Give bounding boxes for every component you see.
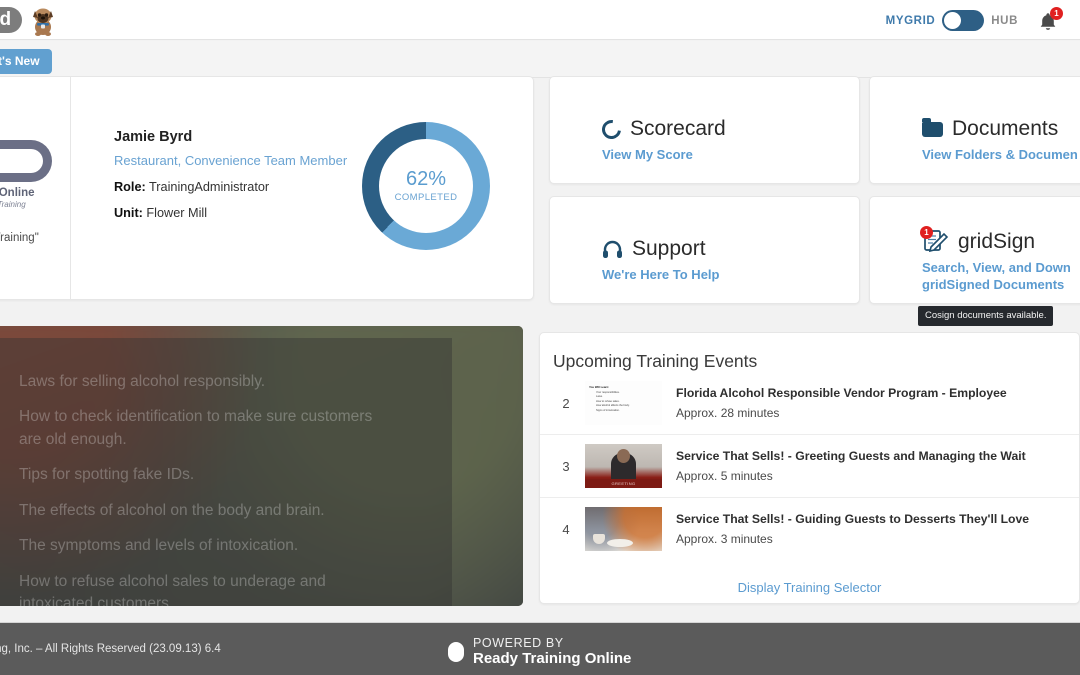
video-bullet: The symptoms and levels of intoxication. <box>19 535 379 557</box>
event-thumbnail <box>585 507 662 551</box>
user-unit-field: Unit: Flower Mill <box>114 206 362 220</box>
thumb-plate <box>607 539 633 547</box>
document-pen-icon: 1 <box>922 229 949 254</box>
table-row[interactable]: 3 GREETING Service That Sells! - Greetin… <box>540 435 1079 498</box>
user-unit-label: Unit: <box>114 206 143 220</box>
gridsign-badge: 1 <box>920 226 933 239</box>
notification-bell-button[interactable]: 1 <box>1036 8 1062 34</box>
thumb-bullet: Your responsibilities. <box>596 391 658 394</box>
tile-support-link[interactable]: We're Here To Help <box>602 266 859 283</box>
thumb-person-head <box>617 449 630 463</box>
donut-caption: COMPLETED <box>395 192 458 203</box>
rto-logo-sub: Training <box>0 200 26 209</box>
events-panel-title: Upcoming Training Events <box>540 333 1079 372</box>
thumb-bullet: Signs of intoxication. <box>596 409 658 412</box>
toggle-knob <box>944 12 961 29</box>
tile-gridsign-title: gridSign <box>958 230 1035 254</box>
scorecard-circle-icon <box>598 116 625 143</box>
tile-scorecard-title: Scorecard <box>630 117 726 141</box>
pug-dog-mascot-icon <box>28 4 58 36</box>
upcoming-training-events-panel: Upcoming Training Events 2 You Will Lear… <box>539 332 1080 604</box>
tile-gridsign-link[interactable]: Search, View, and Down gridSigned Docume… <box>922 259 1080 293</box>
tile-gridsign-link-line1: Search, View, and Down <box>922 259 1080 276</box>
cosign-tooltip: Cosign documents available. <box>918 306 1053 326</box>
tile-scorecard-link[interactable]: View My Score <box>602 146 859 163</box>
tile-gridsign[interactable]: 1 gridSign Search, View, and Down gridSi… <box>869 196 1080 304</box>
tile-documents-title: Documents <box>952 117 1058 141</box>
brand-logo[interactable]: Grid <box>0 4 58 36</box>
user-role-value: TrainingAdministrator <box>149 180 269 194</box>
event-number: 4 <box>553 522 579 537</box>
completion-donut-chart: 62% COMPLETED <box>362 122 490 250</box>
folder-icon <box>922 122 943 137</box>
donut-percent: 62% <box>406 169 446 189</box>
app-header: Grid MYGRID HUB <box>0 0 1080 40</box>
user-subtitle: Restaurant, Convenience Team Member <box>114 153 362 168</box>
headset-icon <box>602 240 623 259</box>
user-name: Jamie Byrd <box>114 129 362 145</box>
tile-support[interactable]: Support We're Here To Help <box>549 196 860 304</box>
tile-support-title: Support <box>632 237 706 261</box>
footer-copyright: y Training, Inc. – All Rights Reserved (… <box>0 643 221 655</box>
continue-training-banner[interactable]: Laws for selling alcohol responsibly. How… <box>0 326 523 606</box>
video-bullet: Tips for spotting fake IDs. <box>19 464 379 486</box>
event-thumbnail: GREETING <box>585 444 662 488</box>
video-bullet: How to check identification to make sure… <box>19 406 379 451</box>
rto-footer-mark-icon <box>448 642 464 662</box>
profile-info: Jamie Byrd Restaurant, Convenience Team … <box>71 77 362 220</box>
tile-scorecard[interactable]: Scorecard View My Score <box>549 76 860 184</box>
table-row[interactable]: 4 Service That Sells! - Guiding Guests t… <box>540 498 1079 560</box>
video-bullet: The effects of alcohol on the body and b… <box>19 500 379 522</box>
ready-training-online-logo: g Online Training n Training" <box>0 77 71 299</box>
tile-gridsign-link-line2: gridSigned Documents <box>922 276 1080 293</box>
event-duration: Approx. 5 minutes <box>676 469 1067 483</box>
event-duration: Approx. 3 minutes <box>676 532 1067 546</box>
whats-new-button[interactable]: hat's New <box>0 49 52 74</box>
thumb-bullet: Laws. <box>596 395 658 398</box>
event-thumbnail: You Will Learn: Your responsibilities. L… <box>585 381 662 425</box>
powered-by-block: POWERED BY Ready Training Online <box>448 636 631 668</box>
donut-center: 62% COMPLETED <box>379 139 473 233</box>
thumb-heading: You Will Learn: <box>589 385 658 389</box>
table-row[interactable]: 2 You Will Learn: Your responsibilities.… <box>540 372 1079 435</box>
user-role-field: Role: TrainingAdministrator <box>114 180 362 194</box>
video-bullet: How to refuse alcohol sales to underage … <box>19 571 379 606</box>
event-name: Florida Alcohol Responsible Vendor Progr… <box>676 386 1067 402</box>
thumb-caption: GREETING <box>585 479 662 488</box>
tile-documents-link[interactable]: View Folders & Documen <box>922 146 1080 163</box>
powered-by-brand: Ready Training Online <box>473 650 631 668</box>
user-role-label: Role: <box>114 180 146 194</box>
event-name: Service That Sells! - Greeting Guests an… <box>676 449 1067 465</box>
powered-by-label: POWERED BY <box>473 636 631 650</box>
toggle-label-mygrid: MYGRID <box>886 15 936 27</box>
thumb-bullet: How to refuse sales. <box>596 400 658 403</box>
event-number: 2 <box>553 396 579 411</box>
user-unit-value: Flower Mill <box>146 206 207 220</box>
thumb-cup <box>593 534 605 544</box>
rto-logo-quote: n Training" <box>0 231 39 246</box>
event-number: 3 <box>553 459 579 474</box>
bell-badge: 1 <box>1050 7 1063 20</box>
display-training-selector-link[interactable]: Display Training Selector <box>540 580 1079 595</box>
rto-swirl-icon <box>0 140 52 182</box>
video-bullet-list: Laws for selling alcohol responsibly. How… <box>19 371 379 606</box>
event-duration: Approx. 28 minutes <box>676 406 1067 420</box>
event-name: Service That Sells! - Guiding Guests to … <box>676 512 1067 528</box>
toggle-switch[interactable] <box>942 10 984 31</box>
sub-navigation-bar: hat's New <box>0 41 1080 78</box>
rto-logo-name: g Online <box>0 187 35 199</box>
mygrid-hub-toggle[interactable]: MYGRID HUB <box>886 10 1018 31</box>
page-footer: y Training, Inc. – All Rights Reserved (… <box>0 622 1080 675</box>
thumb-bullet: How alcohol affects the body. <box>596 404 658 407</box>
toggle-label-hub: HUB <box>991 15 1018 27</box>
profile-card: g Online Training n Training" Jamie Byrd… <box>0 76 534 300</box>
tile-documents[interactable]: Documents View Folders & Documen <box>869 76 1080 184</box>
brand-badge-text: Grid <box>0 7 22 34</box>
video-bullet: Laws for selling alcohol responsibly. <box>19 371 379 393</box>
